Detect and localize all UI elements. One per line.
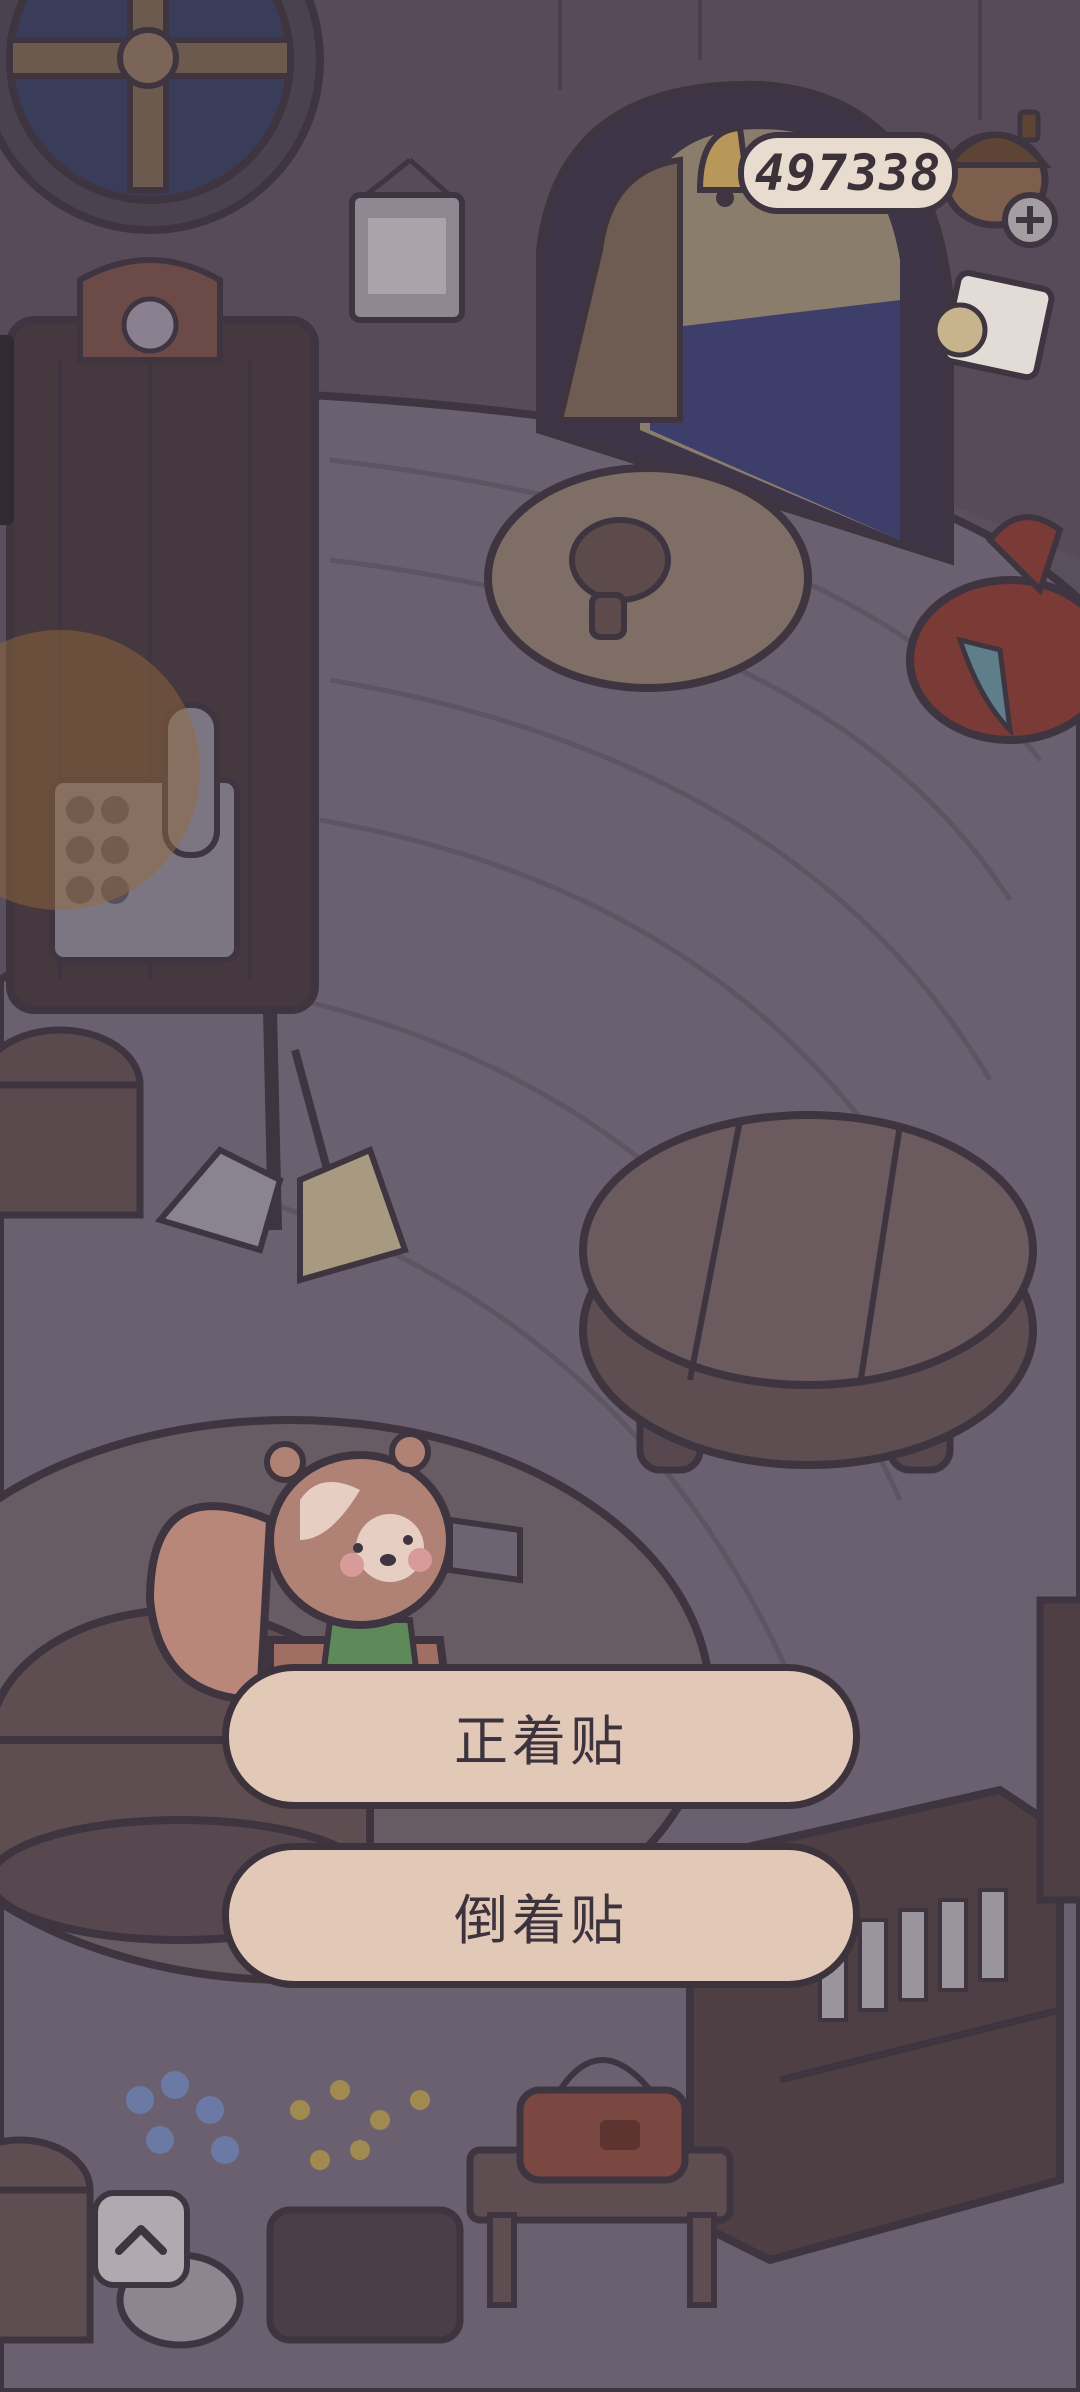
acorn-rug	[484, 464, 812, 692]
coin-counter: 497338	[738, 132, 958, 214]
dresser	[0, 257, 319, 1014]
round-table	[579, 1111, 1037, 1474]
room-scene	[0, 0, 1080, 2392]
stick-inverted-button[interactable]: 倒着贴	[222, 1843, 860, 1988]
left-edge-handle	[0, 335, 14, 525]
game-room-screen: 497338 正着贴 倒着贴	[0, 0, 1080, 2392]
chevron-up-icon	[115, 2225, 167, 2255]
stick-upright-button[interactable]: 正着贴	[222, 1664, 860, 1809]
expand-button[interactable]	[92, 2190, 190, 2288]
coin-count: 497338	[754, 144, 942, 202]
plus-icon[interactable]	[1002, 192, 1058, 248]
left-stool	[0, 1026, 144, 1219]
